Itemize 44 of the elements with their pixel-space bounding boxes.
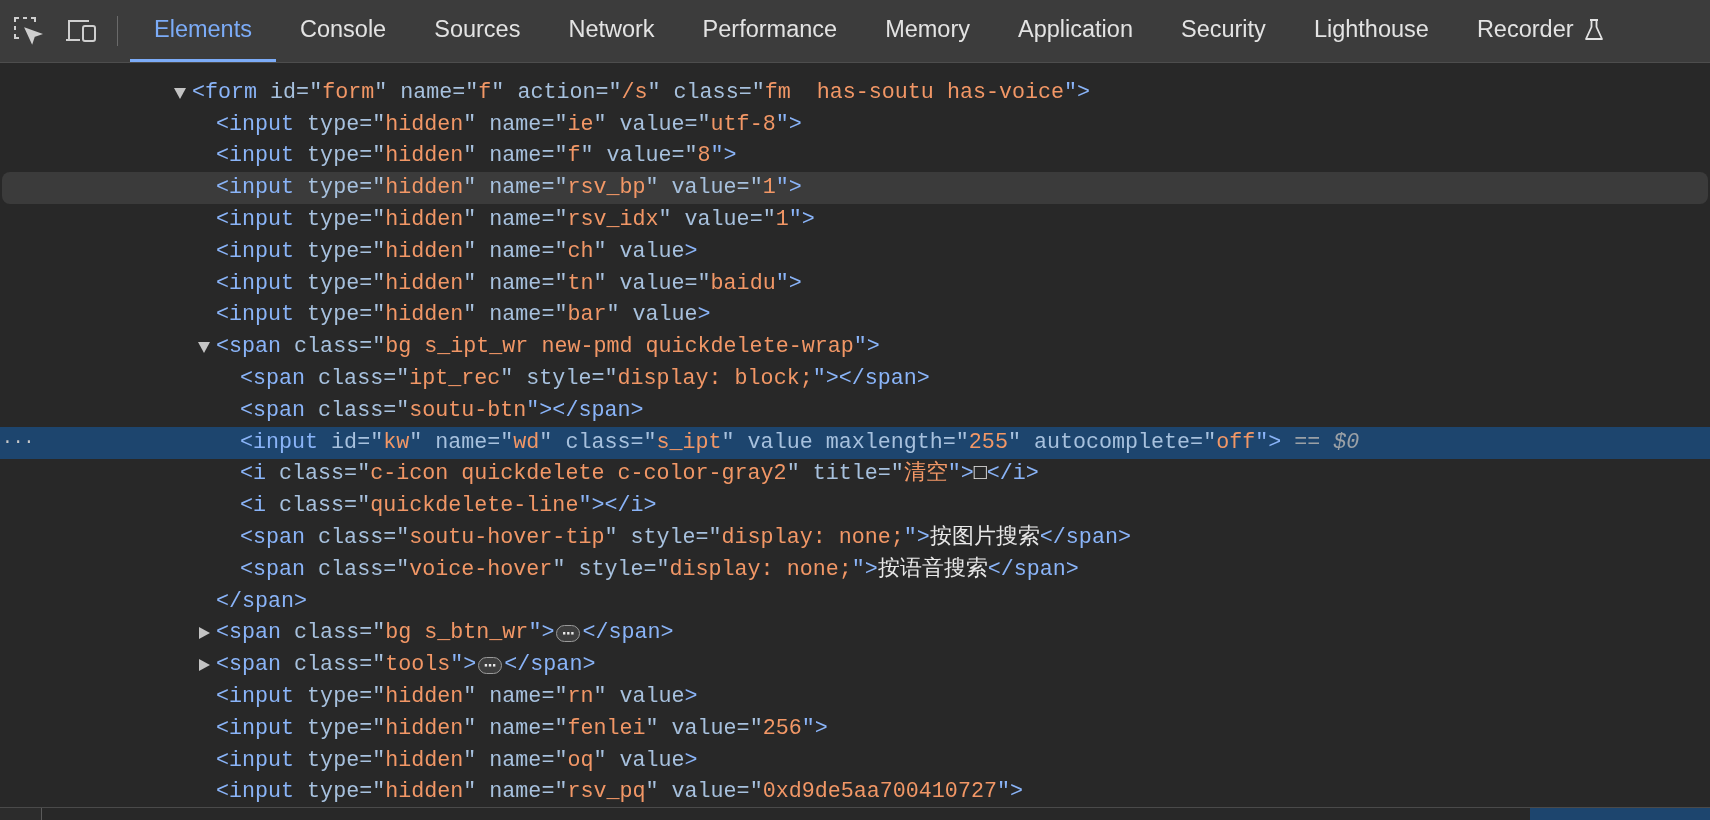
code-line[interactable]: <span class="voice-hover" style="display: none;">按语音搜索</span> <box>240 555 1079 584</box>
inspect-element-icon[interactable] <box>13 16 43 46</box>
collapsed-arrow-icon[interactable] <box>196 626 212 641</box>
flask-icon <box>1583 18 1604 41</box>
expanded-arrow-icon[interactable] <box>172 85 188 100</box>
code-line[interactable]: <input id="kw" name="wd" class="s_ipt" value maxlength="255" autocomplete="off"> == $0 <box>240 428 1360 457</box>
code-line[interactable]: <span class="ipt_rec" style="display: block;"></span> <box>240 365 930 394</box>
panel-tab[interactable]: Security <box>1157 0 1290 62</box>
code-line[interactable]: <input type="hidden" name="fenlei" value="256"> <box>216 714 828 743</box>
panel-tab[interactable]: Performance <box>678 0 862 62</box>
code-line[interactable]: <span class="bg s_btn_wr"> <box>216 619 555 648</box>
code-line[interactable]: <i class="quickdelete-line"></i> <box>240 492 657 521</box>
expanded-arrow-icon[interactable] <box>196 340 212 355</box>
panel-tab[interactable]: Lighthouse <box>1289 0 1453 62</box>
code-line[interactable]: <input type="hidden" name="oq" value> <box>216 746 698 775</box>
code-line[interactable]: </span> <box>504 651 596 680</box>
code-line[interactable]: <input type="hidden" name="ch" value> <box>216 237 698 266</box>
panel-tab[interactable]: Network <box>544 0 679 62</box>
code-line[interactable]: <i class="c-icon quickdelete c-color-gray2" title="清空">□</i> <box>240 460 1039 489</box>
expand-content-button[interactable]: ⋯ <box>556 624 581 642</box>
code-line[interactable]: <input type="hidden" name="ie" value="utf-8"> <box>216 110 802 139</box>
device-toggle-icon[interactable] <box>65 18 97 44</box>
code-line[interactable]: <input type="hidden" name="rn" value> <box>216 683 698 712</box>
code-line[interactable]: <span class="bg s_ipt_wr new-pmd quickdelete-wrap"> <box>216 333 880 362</box>
code-line[interactable]: <input type="hidden" name="bar" value> <box>216 301 711 330</box>
expand-content-button[interactable]: ⋯ <box>478 656 503 674</box>
code-line[interactable]: </span> <box>582 619 674 648</box>
code-line[interactable]: <span class="soutu-hover-tip" style="display: none;">按图片搜索</span> <box>240 524 1131 553</box>
code-line[interactable]: <input type="hidden" name="rsv_bp" value="1"> <box>216 174 802 203</box>
code-line[interactable]: </span> <box>216 587 308 616</box>
code-line[interactable]: <form id="form" name="f" action="/s" class="fm has-soutu has-voice"> <box>192 78 1091 107</box>
panel-tab[interactable]: Memory <box>861 0 994 62</box>
panel-tab[interactable]: Recorder <box>1452 0 1628 62</box>
panel-tab[interactable]: Application <box>994 0 1157 62</box>
code-line[interactable]: <input type="hidden" name="rsv_pq" value="0xd9de5aa700410727"> <box>216 778 1023 807</box>
collapsed-arrow-icon[interactable] <box>196 658 212 673</box>
panel-tab[interactable]: Sources <box>410 0 545 62</box>
panel-tab[interactable]: Console <box>275 0 411 62</box>
code-line[interactable]: <input type="hidden" name="rsv_idx" value="1"> <box>216 206 815 235</box>
row-menu-button[interactable]: ··· <box>2 426 35 459</box>
code-line[interactable]: <input type="hidden" name="f" value="8"> <box>216 142 737 171</box>
code-line[interactable]: <span class="soutu-btn"></span> <box>240 396 644 425</box>
code-line[interactable]: <span class="tools"> <box>216 651 477 680</box>
code-line[interactable]: <input type="hidden" name="tn" value="baidu"> <box>216 269 802 298</box>
